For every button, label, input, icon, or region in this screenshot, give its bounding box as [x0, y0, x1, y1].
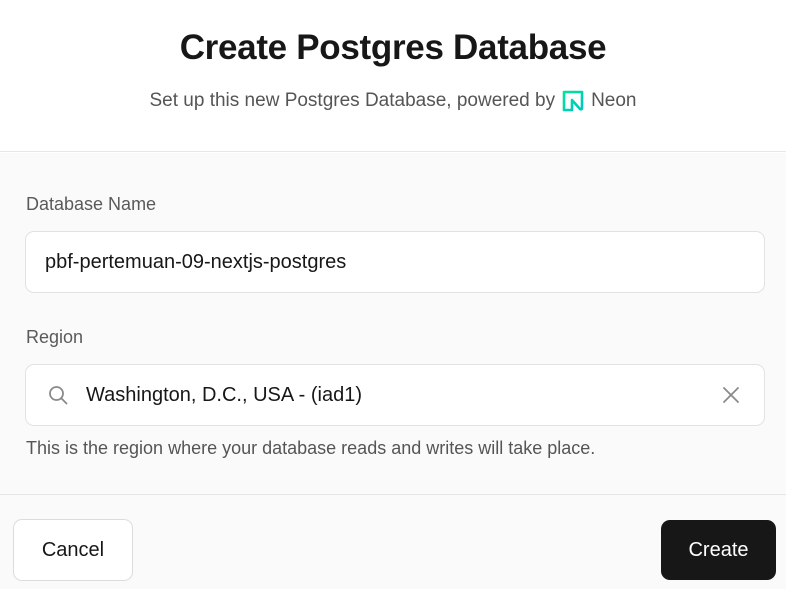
database-name-label: Database Name — [26, 194, 157, 214]
create-button[interactable]: Create — [661, 520, 776, 580]
neon-brand: Neon — [561, 89, 637, 113]
cancel-button[interactable]: Cancel — [13, 519, 133, 581]
database-name-field[interactable] — [25, 231, 765, 293]
region-hint: This is the region where your database r… — [26, 438, 596, 458]
close-icon[interactable] — [718, 382, 744, 408]
dialog-title: Create Postgres Database — [179, 28, 607, 67]
dialog-subtitle: Set up this new Postgres Database, power… — [0, 89, 786, 113]
dialog-footer: Cancel Create — [0, 494, 786, 589]
subtitle-text: Set up this new Postgres Database, power… — [149, 90, 556, 111]
region-selected-value[interactable]: Washington, D.C., USA - (iad1) — [86, 384, 718, 407]
neon-label: Neon — [591, 90, 637, 111]
search-icon — [46, 383, 70, 407]
neon-logo-icon — [561, 89, 585, 113]
dialog-header: Create Postgres Database Set up this new… — [0, 0, 786, 152]
region-combobox[interactable]: Washington, D.C., USA - (iad1) — [25, 364, 765, 426]
dialog-body: Database Name Region Washington, D.C., U… — [0, 153, 786, 494]
create-database-dialog: Create Postgres Database Set up this new… — [0, 0, 786, 589]
region-label: Region — [26, 327, 84, 347]
database-name-input[interactable] — [45, 250, 764, 274]
